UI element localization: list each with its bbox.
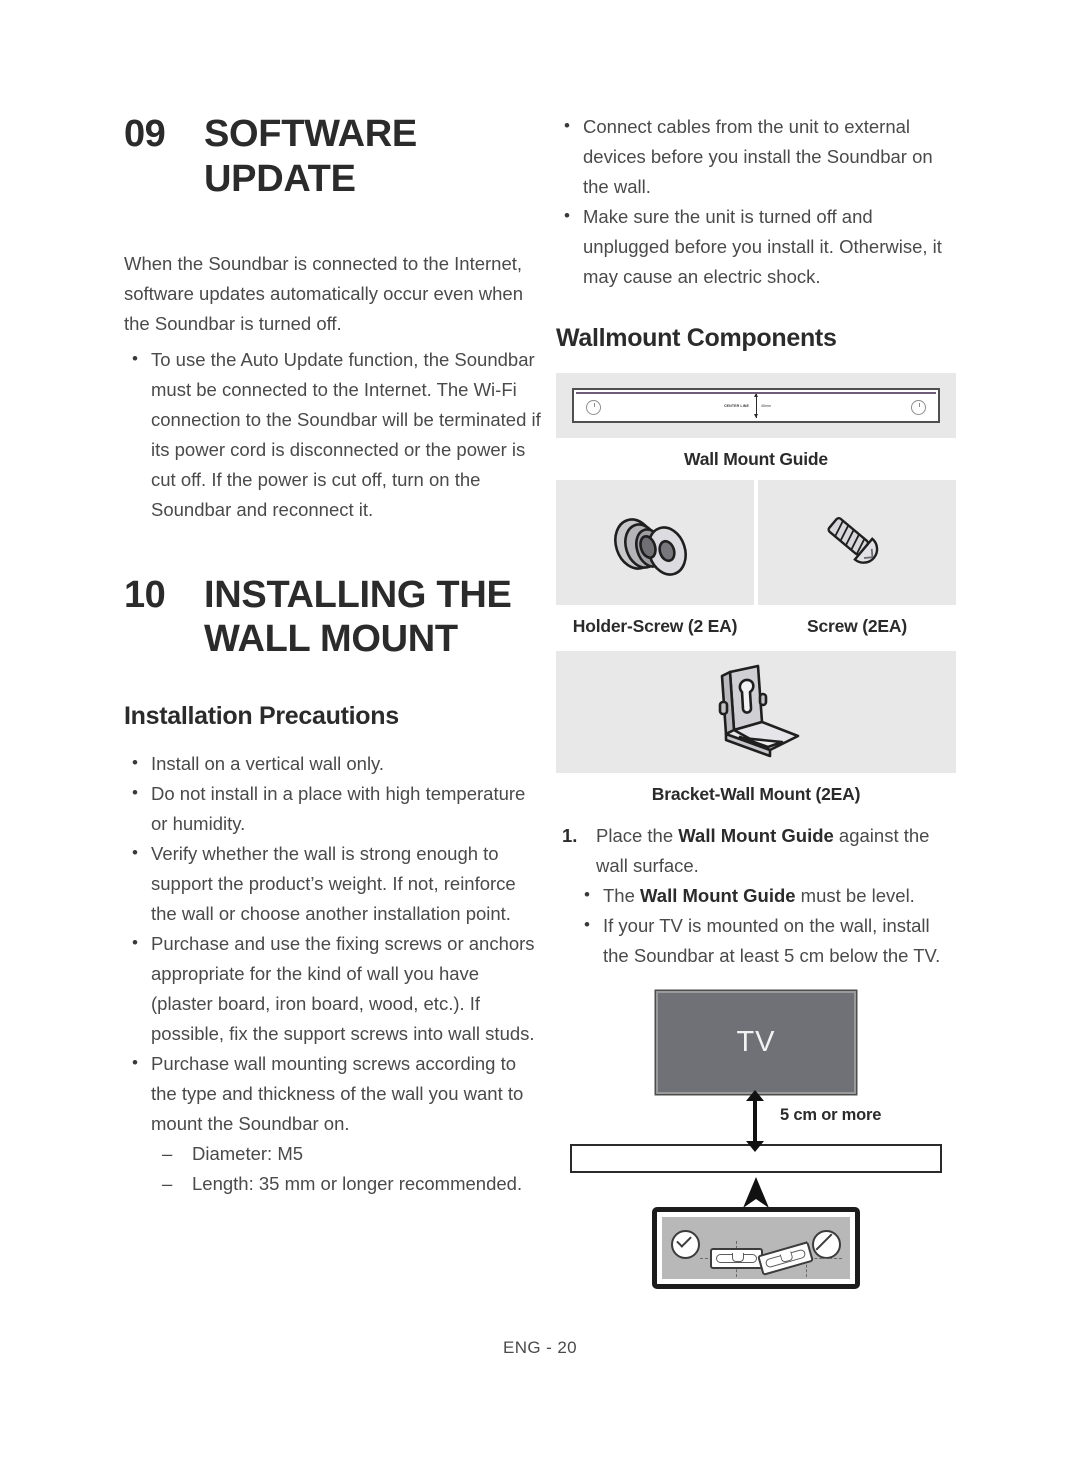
chapter-09-title-line2: UPDATE (204, 157, 356, 200)
list-item: To use the Auto Update function, the Sou… (124, 344, 544, 525)
manual-page: 09 SOFTWARE UPDATE When the Soundbar is … (0, 0, 1080, 1479)
guide-hole-left-icon (586, 399, 601, 415)
component-caption: Bracket-Wall Mount (2EA) (651, 784, 861, 804)
list-item: Diameter: M5 (158, 1139, 544, 1169)
level-check-illustration (652, 1207, 860, 1289)
component-screw: Screw (2EA) (758, 480, 956, 647)
chapter-10-heading: 10 INSTALLING THE WALL MOUNT (124, 573, 544, 663)
chapter-09-number: 09 (124, 113, 166, 155)
guide-center-line-label: CENTER LINE (723, 403, 749, 408)
step-sub-bullet-list: The Wall Mount Guide must be level. If y… (576, 880, 956, 971)
list-item: Purchase wall mounting screws according … (124, 1048, 544, 1139)
component-holder-screw: Holder-Screw (2 EA) (556, 480, 754, 647)
check-circle-icon (671, 1230, 700, 1259)
callout-arrow-row (556, 1173, 956, 1208)
component-wall-mount-guide: CENTER LINE 45mm Wall Mount Guide (556, 373, 956, 480)
sub-bullet-text-bold: Wall Mount Guide (640, 885, 796, 906)
list-item: Do not install in a place with high temp… (124, 778, 544, 839)
precautions-bullet-list: Install on a vertical wall only. Do not … (124, 748, 544, 1139)
wall-install-warning-list: Connect cables from the unit to external… (556, 111, 956, 292)
tv-screen-illustration: TV (656, 991, 856, 1094)
step-number: 1. (562, 825, 578, 846)
sub-bullet-text-before: The (603, 885, 641, 906)
chapter-10-title-line1: INSTALLING THE (204, 573, 512, 616)
level-inner-panel (662, 1217, 850, 1279)
holder-screw-icon (614, 517, 687, 576)
wallmount-components-heading: Wallmount Components (556, 324, 837, 352)
list-item: Verify whether the wall is strong enough… (124, 838, 544, 929)
tv-label: TV (736, 1026, 776, 1058)
screw-spec-list: Diameter: M5 Length: 35 mm or longer rec… (158, 1139, 544, 1199)
component-caption: Screw (2EA) (807, 616, 907, 636)
list-item: If your TV is mounted on the wall, insta… (576, 910, 956, 971)
sub-bullet-text-after: must be level. (795, 885, 915, 906)
left-column: 09 SOFTWARE UPDATE When the Soundbar is … (124, 112, 544, 1199)
screw-image (758, 480, 956, 605)
wall-mount-bracket-icon (718, 664, 800, 758)
spirit-level-horizontal-icon (710, 1248, 763, 1269)
chapter-09-bullet-list: To use the Auto Update function, the Sou… (124, 344, 544, 525)
tv-gap-row: 5 cm or more (556, 1090, 956, 1152)
screw-icon (827, 516, 879, 564)
wall-mount-guide-bar-icon: CENTER LINE 45mm (572, 388, 940, 423)
list-item: Length: 35 mm or longer recommended. (158, 1169, 544, 1199)
list-item: The Wall Mount Guide must be level. (576, 880, 956, 911)
components-grid-row: Holder-Screw (2 EA) Screw (2EA) (556, 480, 956, 647)
installation-precautions-heading: Installation Precautions (124, 702, 399, 731)
chapter-09-heading: 09 SOFTWARE UPDATE (124, 112, 544, 202)
page-footer: ENG - 20 (502, 1338, 578, 1357)
prohibited-circle-icon (812, 1230, 841, 1259)
list-item: 1. Place the Wall Mount Guide against the… (556, 821, 956, 881)
component-wall-mount-bracket: Bracket-Wall Mount (2EA) (556, 651, 956, 815)
guide-dimension-arrow-icon (753, 393, 758, 418)
chapter-09-intro: When the Soundbar is connected to the In… (124, 252, 523, 334)
chapter-10-title-line2: WALL MOUNT (204, 618, 458, 661)
gap-distance-label: 5 cm or more (780, 1106, 882, 1124)
chapter-09-title: SOFTWARE UPDATE (204, 112, 417, 202)
holder-screw-image (556, 480, 754, 605)
install-steps-list: 1. Place the Wall Mount Guide against the… (556, 821, 956, 881)
chapter-09-title-line1: SOFTWARE (204, 113, 417, 155)
component-caption: Wall Mount Guide (684, 449, 828, 469)
list-item: Install on a vertical wall only. (124, 748, 544, 779)
component-caption: Holder-Screw (2 EA) (572, 616, 738, 636)
list-item: Make sure the unit is turned off and unp… (556, 201, 956, 292)
wall-mount-bracket-image (556, 651, 956, 773)
list-item: Connect cables from the unit to external… (556, 111, 956, 202)
tv-placement-diagram: TV 5 cm or more (556, 991, 956, 1289)
right-column: Connect cables from the unit to external… (556, 111, 956, 1289)
chapter-10-number: 10 (124, 573, 166, 616)
guide-dimension-label: 45mm (761, 403, 771, 408)
list-item: Purchase and use the fixing screws or an… (124, 928, 544, 1049)
guide-hole-right-icon (911, 399, 926, 415)
step-text-bold: Wall Mount Guide (678, 825, 834, 846)
up-arrow-icon (743, 1177, 769, 1208)
chapter-10-title: INSTALLING THE WALL MOUNT (204, 573, 512, 663)
double-arrow-icon (746, 1090, 764, 1152)
step-text-before: Place the (596, 825, 679, 846)
wall-mount-guide-image: CENTER LINE 45mm (556, 373, 956, 438)
